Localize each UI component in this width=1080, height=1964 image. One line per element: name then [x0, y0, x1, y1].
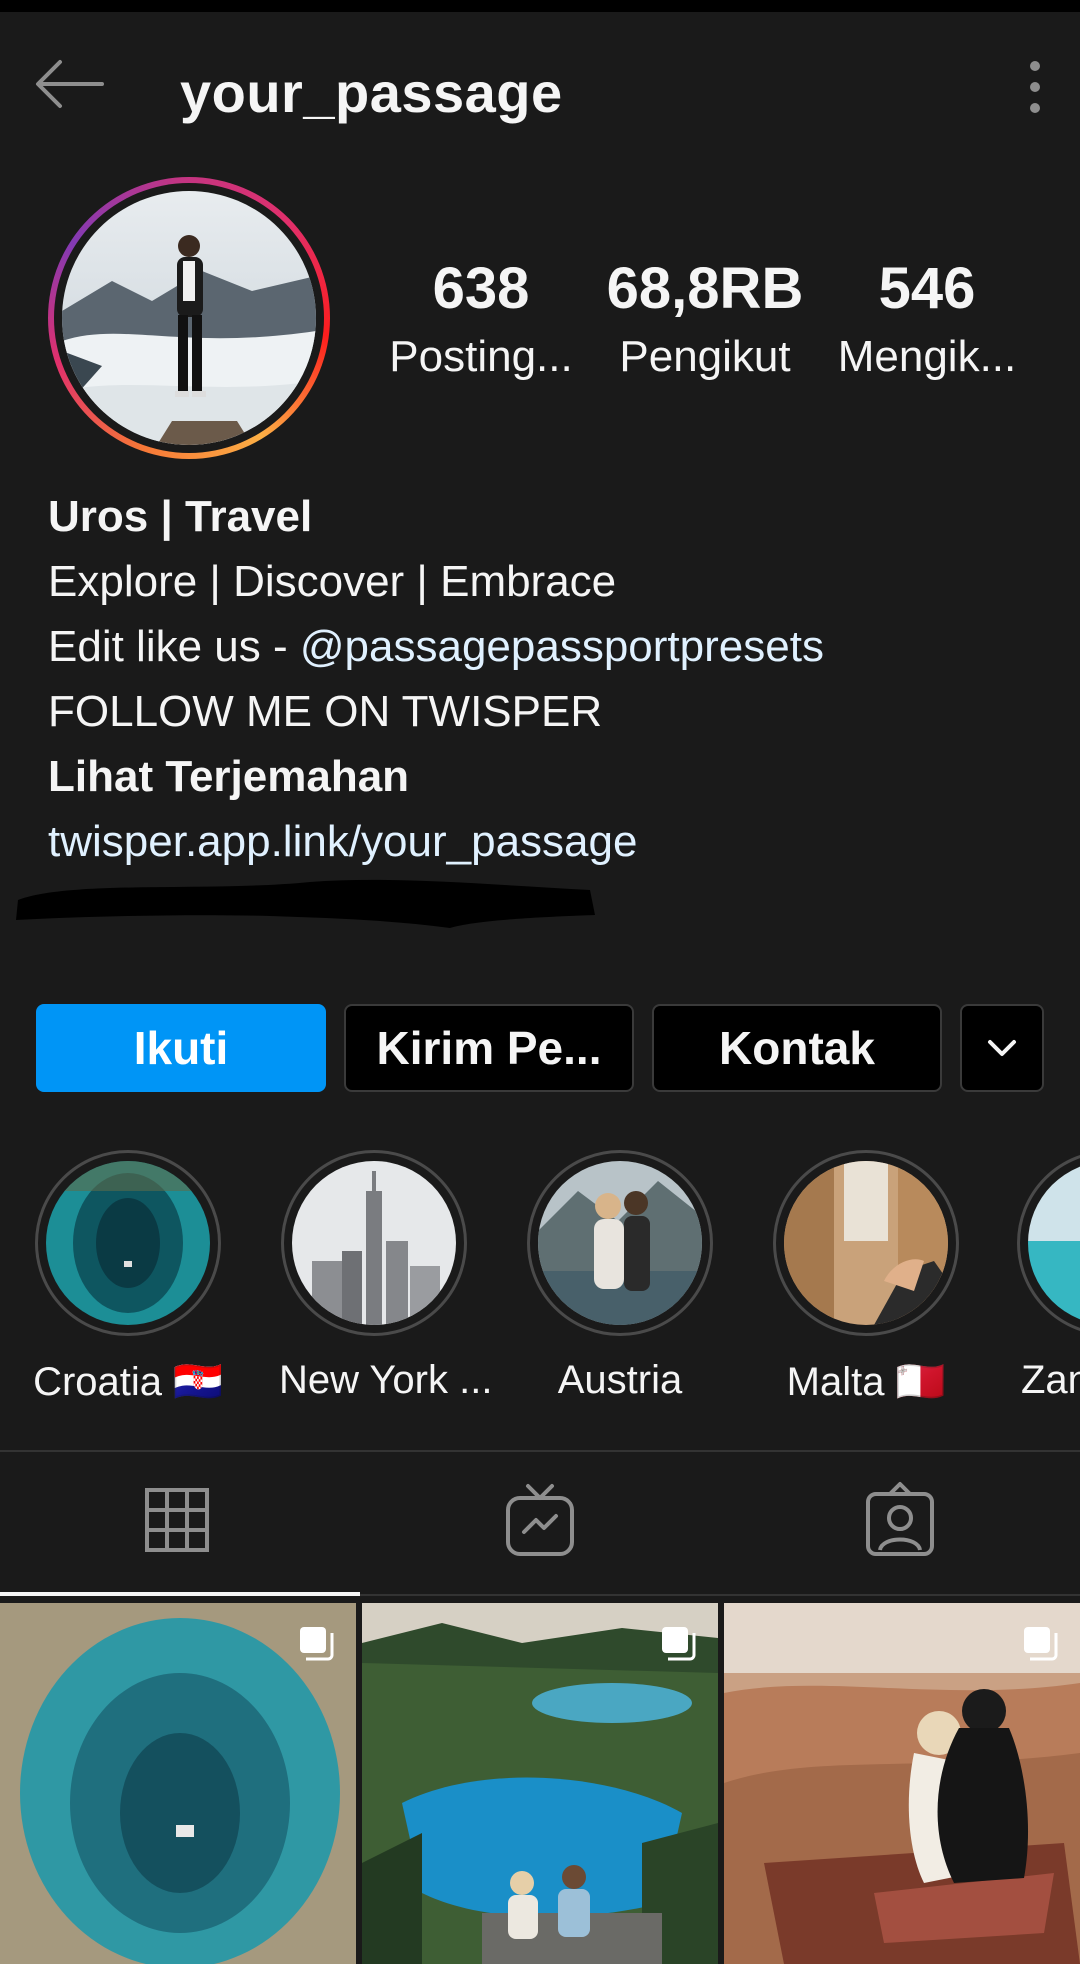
tab-igtv[interactable]	[500, 1480, 580, 1560]
post-thumbnail-2[interactable]	[362, 1603, 718, 1964]
tagged-icon	[866, 1482, 934, 1556]
tab-tagged[interactable]	[860, 1480, 940, 1560]
arrow-left-icon	[36, 60, 104, 108]
highlight-label: Zanz	[1021, 1358, 1080, 1402]
carousel-icon	[1024, 1627, 1058, 1661]
more-vertical-icon	[1030, 61, 1040, 113]
stat-following[interactable]: 546 Mengik...	[827, 255, 1027, 382]
stat-followers-count: 68,8RB	[606, 256, 804, 321]
more-options-button[interactable]	[1020, 52, 1050, 122]
highlight-label: Croatia 🇭🇷	[33, 1360, 223, 1404]
highlight-cover	[784, 1161, 948, 1325]
section-divider	[0, 1450, 1080, 1452]
highlight-austria[interactable]: Austria	[525, 1150, 715, 1403]
highlight-malta[interactable]: Malta 🇲🇹	[771, 1150, 961, 1405]
bio-line-2-prefix: Edit like us -	[48, 622, 300, 671]
see-translation-link[interactable]: Lihat Terjemahan	[48, 744, 824, 809]
bio-mention-link[interactable]: @passagepassportpresets	[300, 622, 824, 671]
highlight-new-york[interactable]: New York ...	[279, 1150, 493, 1403]
post-thumbnail-3[interactable]	[724, 1603, 1080, 1964]
contact-button[interactable]: Kontak	[652, 1004, 942, 1092]
bio-line-3: FOLLOW ME ON TWISPER	[48, 687, 603, 736]
stat-posts-count: 638	[432, 256, 530, 321]
carousel-icon	[300, 1627, 334, 1661]
message-button[interactable]: Kirim Pe...	[344, 1004, 634, 1092]
profile-header: your_passage	[0, 12, 1080, 162]
highlight-cover	[46, 1161, 210, 1325]
highlight-label: Malta 🇲🇹	[786, 1360, 946, 1404]
grid-icon	[145, 1488, 209, 1552]
bio-website-link[interactable]: twisper.app.link/your_passage	[48, 809, 824, 874]
stat-followers[interactable]: 68,8RB Pengikut	[605, 255, 805, 382]
stat-followers-label: Pengikut	[619, 332, 791, 381]
avatar[interactable]	[48, 177, 330, 459]
back-button[interactable]	[30, 54, 110, 114]
active-tab-indicator	[0, 1592, 360, 1596]
stat-posts-label: Posting...	[389, 332, 573, 381]
post-thumbnail-1[interactable]	[0, 1603, 356, 1964]
follow-button[interactable]: Ikuti	[36, 1004, 326, 1092]
profile-username: your_passage	[180, 61, 563, 124]
redaction-mark	[16, 879, 595, 928]
highlight-zanzibar[interactable]: Zanz	[1017, 1150, 1080, 1403]
stat-following-count: 546	[878, 256, 976, 321]
profile-bio: Uros | Travel Explore | Discover | Embra…	[48, 484, 824, 874]
bio-line-1: Explore | Discover | Embrace	[48, 557, 617, 606]
chevron-down-icon	[988, 1040, 1016, 1056]
stat-following-label: Mengik...	[837, 332, 1017, 381]
highlight-label: New York ...	[279, 1358, 493, 1402]
stat-posts[interactable]: 638 Posting...	[381, 255, 581, 382]
igtv-icon	[506, 1484, 574, 1556]
highlight-label: Austria	[557, 1358, 683, 1402]
bio-name: Uros | Travel	[48, 492, 313, 541]
tab-bar-border	[360, 1594, 1080, 1596]
carousel-icon	[662, 1627, 696, 1661]
highlight-cover	[538, 1161, 702, 1325]
tab-posts-grid[interactable]	[137, 1480, 217, 1560]
bio-line-2: Edit like us - @passagepassportpresets	[48, 614, 824, 679]
avatar-photo	[62, 191, 316, 445]
suggested-accounts-button[interactable]	[960, 1004, 1044, 1092]
highlight-cover	[292, 1161, 456, 1325]
highlight-cover	[1028, 1161, 1080, 1325]
highlight-croatia[interactable]: Croatia 🇭🇷	[33, 1150, 223, 1405]
status-bar	[0, 0, 1080, 12]
